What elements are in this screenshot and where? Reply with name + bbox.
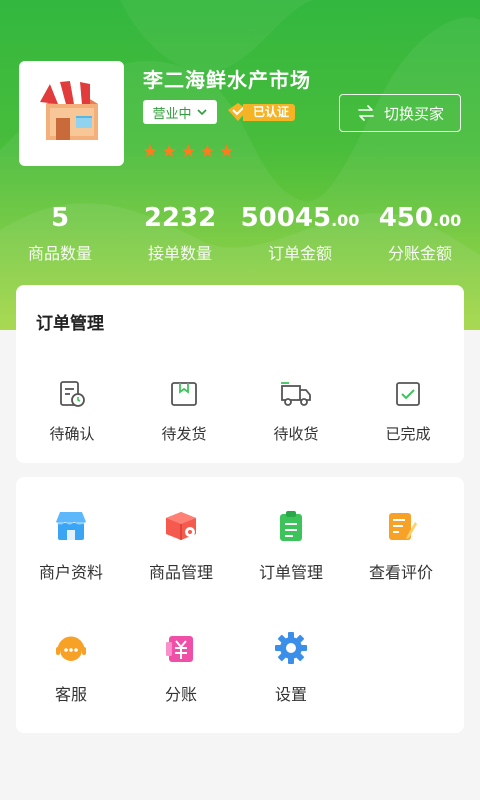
completed-icon: [396, 382, 420, 406]
business-status-dropdown[interactable]: 营业中: [143, 100, 217, 124]
stat-order-amount[interactable]: 50045.00 订单金额: [240, 200, 360, 264]
to-receive-icon: [281, 382, 311, 406]
order-management-card: 订单管理 待确认 待发货 待收货 已完成: [16, 285, 464, 463]
stat-decimal: .00: [432, 211, 462, 230]
menu-label: 设置: [274, 685, 307, 704]
star-icon: ★: [199, 141, 216, 162]
menu-label: 客服: [54, 685, 87, 704]
stat-label: 商品数量: [27, 244, 92, 263]
menu-label: 商品管理: [148, 563, 213, 582]
order-status-completed[interactable]: 已完成: [352, 379, 464, 444]
clipboard-icon: [280, 511, 302, 541]
storefront-logo-icon: [39, 80, 98, 140]
star-icon: ★: [142, 141, 159, 162]
star-icon: ★: [218, 141, 235, 162]
shop-rating: ★ ★ ★ ★ ★: [142, 143, 235, 161]
switch-arrows-icon: [358, 105, 374, 121]
order-status-label: 待收货: [273, 425, 319, 443]
order-section-title: 订单管理: [36, 314, 104, 334]
shop-name: 李二海鲜水产市场: [143, 68, 311, 92]
store-icon: [56, 512, 86, 540]
pending-confirm-icon: [60, 381, 85, 407]
status-label: 营业中: [152, 106, 192, 122]
settings-gear-icon: [275, 632, 307, 664]
stat-product-count[interactable]: 5 商品数量: [0, 200, 120, 264]
order-status-pending-confirm[interactable]: 待确认: [16, 379, 128, 444]
menu-label: 订单管理: [258, 563, 323, 582]
split-bill-icon: [166, 636, 193, 662]
stat-split-amount[interactable]: 450.00 分账金额: [360, 200, 480, 264]
chevron-down-icon: [196, 109, 207, 116]
shop-logo: [19, 61, 124, 166]
stat-value: 450: [378, 203, 433, 233]
stat-label: 订单金额: [267, 244, 332, 263]
stats-row: 5 商品数量 2232 接单数量 50045.00 订单金额 450.00 分账…: [0, 200, 480, 264]
review-icon: [389, 513, 417, 540]
stat-value: 5: [50, 203, 70, 233]
to-ship-icon: [171, 382, 197, 406]
menu-view-reviews[interactable]: 查看评价: [346, 507, 456, 629]
verified-label: 已认证: [243, 103, 296, 121]
product-box-icon: [166, 512, 196, 540]
customer-service-icon: [56, 636, 86, 661]
function-menu-card: 商户资料 商品管理 订单管理 查看评价 客服 分账 设置: [16, 477, 464, 733]
verified-badge: 已认证: [227, 102, 296, 122]
order-status-label: 已完成: [385, 425, 431, 443]
stat-decimal: .00: [331, 211, 360, 230]
star-icon: ★: [180, 141, 197, 162]
star-icon: ★: [161, 141, 178, 162]
menu-order-management[interactable]: 订单管理: [236, 507, 346, 629]
menu-label: 查看评价: [368, 563, 433, 582]
switch-to-buyer-button[interactable]: 切换买家: [339, 94, 461, 132]
menu-customer-service[interactable]: 客服: [16, 629, 126, 751]
menu-split-bill[interactable]: 分账: [126, 629, 236, 751]
stat-value: 50045: [240, 203, 332, 233]
menu-label: 商户资料: [38, 563, 103, 582]
stat-label: 接单数量: [147, 244, 212, 263]
order-status-label: 待确认: [49, 425, 95, 443]
stat-value: 2232: [143, 203, 217, 233]
order-status-label: 待发货: [161, 425, 207, 443]
stat-label: 分账金额: [387, 244, 452, 263]
order-status-to-ship[interactable]: 待发货: [128, 379, 240, 444]
menu-merchant-info[interactable]: 商户资料: [16, 507, 126, 629]
stat-orders-received[interactable]: 2232 接单数量: [120, 200, 240, 264]
menu-label: 分账: [164, 685, 197, 704]
menu-product-management[interactable]: 商品管理: [126, 507, 236, 629]
switch-to-buyer-label: 切换买家: [383, 104, 444, 123]
order-status-to-receive[interactable]: 待收货: [240, 379, 352, 444]
menu-settings[interactable]: 设置: [236, 629, 346, 751]
